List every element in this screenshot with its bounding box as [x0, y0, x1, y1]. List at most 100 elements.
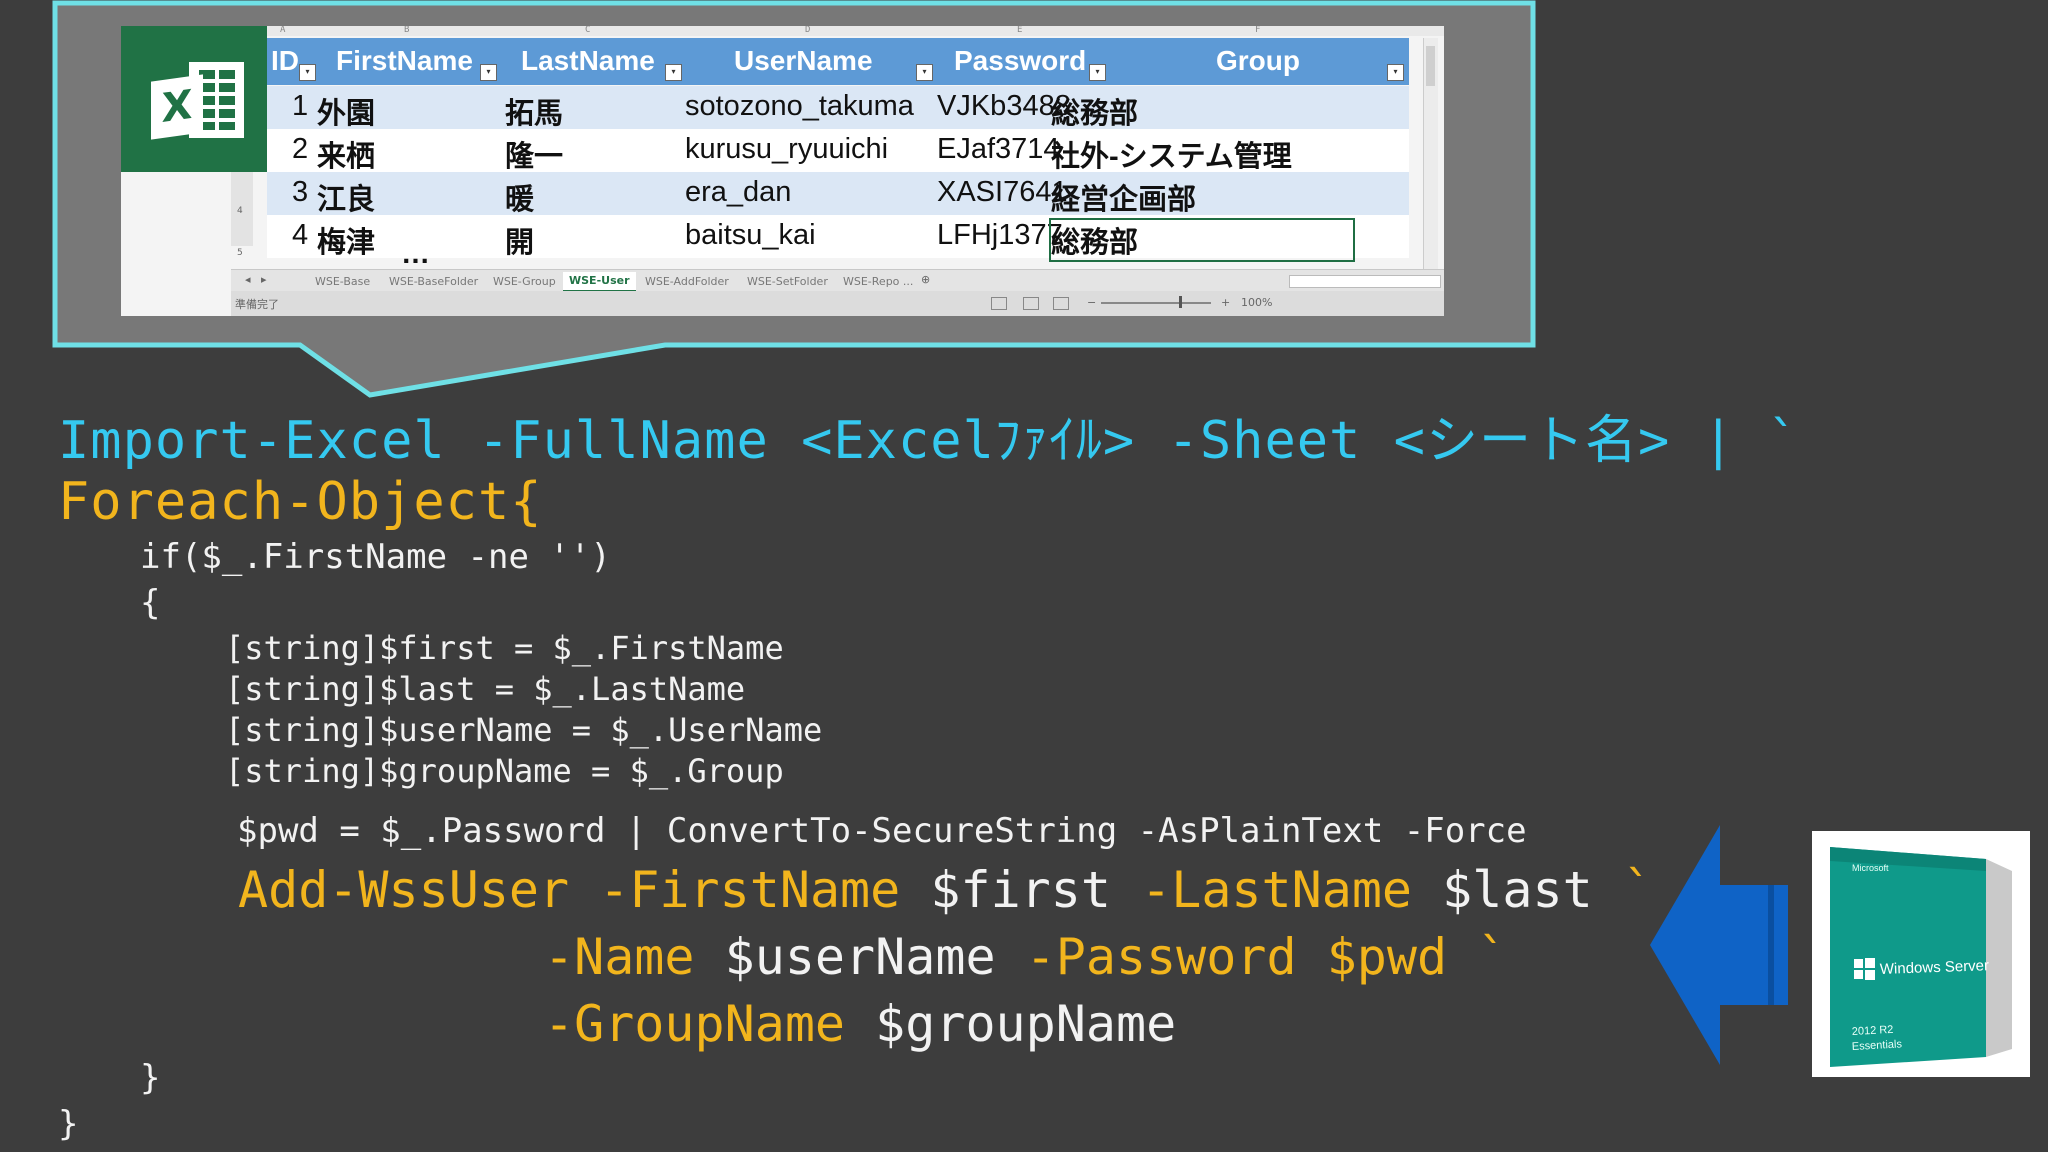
header-password: Password	[954, 45, 1087, 76]
cell-lastname: 拓馬	[505, 98, 564, 130]
code-line-username: [string]$userName = $_.UserName	[225, 711, 823, 749]
zoom-in-icon[interactable]: +	[1221, 296, 1230, 309]
cell-password: XASI7641	[937, 176, 1068, 208]
table-row[interactable]: 3 江良 暖 era_dan XASI7641 経営企画部	[267, 172, 1409, 216]
code-brace-close-outer: }	[58, 1104, 79, 1144]
cell-username: sotozono_takuma	[685, 90, 914, 122]
cell-username: era_dan	[685, 176, 792, 208]
sheet-tab-active[interactable]: WSE-User	[563, 272, 636, 292]
windows-server-box-image: Microsoft Windows Server 2012 R2 Essenti…	[1812, 831, 2030, 1077]
code-line-name: -Name $userName -Password $pwd `	[544, 928, 1507, 986]
scroll-thumb[interactable]	[1426, 46, 1435, 86]
zoom-out-icon[interactable]: −	[1087, 296, 1096, 309]
prev-sheet-icon[interactable]: ◂	[245, 273, 251, 286]
page-break-view-icon[interactable]	[1053, 297, 1069, 310]
cell-lastname: 暖	[505, 184, 535, 216]
sheet-tabs-bar: ◂ ▸ WSE-Base WSE-BaseFolder WSE-Group WS…	[231, 269, 1444, 292]
cell-firstname: 江良	[317, 184, 376, 216]
code-line-first: [string]$first = $_.FirstName	[225, 629, 784, 667]
line-continuation: `	[1477, 928, 1508, 986]
table-row[interactable]: 1 外園 拓馬 sotozono_takuma VJKb3488 総務部	[267, 86, 1409, 130]
vertical-scrollbar[interactable]	[1423, 38, 1438, 288]
zoom-level: 100%	[1241, 296, 1273, 309]
table-header: ID ▾ FirstName ▾ LastName ▾ UserName ▾ P…	[267, 38, 1409, 85]
filter-dropdown-icon[interactable]: ▾	[916, 64, 933, 81]
sheet-tab[interactable]: WSE-Group	[493, 275, 556, 288]
header-username: UserName	[734, 45, 873, 76]
cell-id: 4	[292, 219, 309, 251]
cell-lastname: 隆一	[505, 141, 564, 173]
sheet-tab[interactable]: WSE-Repo ...	[843, 275, 913, 288]
code-line-pwd: $pwd = $_.Password | ConvertTo-SecureStr…	[237, 811, 1527, 851]
col-letter: F	[1255, 26, 1261, 35]
user-table: ID ▾ FirstName ▾ LastName ▾ UserName ▾ P…	[267, 38, 1409, 286]
excel-screenshot: A B C D E F 4 5 ID ▾ FirstName ▾ LastNam…	[121, 26, 1444, 316]
param-password: -Password $pwd	[1025, 928, 1448, 986]
status-text: 準備完了	[235, 298, 279, 311]
param-lastname: -LastName	[1141, 861, 1413, 919]
code-line-add-wssuser: Add-WssUser -FirstName $first -LastName …	[238, 861, 1653, 919]
sheet-tab[interactable]: WSE-Base	[315, 275, 370, 288]
code-line-foreach: Foreach-Object{	[58, 472, 543, 532]
cell-id: 2	[292, 133, 309, 165]
code-line-if: if($_.FirstName -ne '')	[140, 537, 611, 577]
sheet-tab[interactable]: WSE-AddFolder	[645, 275, 729, 288]
add-sheet-icon[interactable]: ⊕	[921, 273, 930, 286]
row-number: 4	[237, 206, 243, 216]
code-line-groupname: [string]$groupName = $_.Group	[225, 752, 784, 790]
header-id: ID	[271, 45, 299, 76]
cell-firstname: 外園	[317, 98, 376, 130]
filter-dropdown-icon[interactable]: ▾	[299, 64, 316, 81]
cell-group: 総務部	[1051, 98, 1139, 130]
col-letter: B	[404, 26, 410, 35]
cell-password: LFHj1377	[937, 219, 1063, 251]
cell-group: 社外-システム管理	[1051, 141, 1292, 173]
cmdlet-add-wssuser: Add-WssUser -FirstName	[238, 861, 901, 919]
var-first: $first	[930, 861, 1111, 919]
cell-username: kurusu_ryuuichi	[685, 133, 889, 165]
col-letter: D	[805, 26, 811, 35]
col-letter: C	[585, 26, 591, 35]
sheet-tab[interactable]: WSE-BaseFolder	[389, 275, 478, 288]
col-letter: A	[280, 26, 286, 35]
windows-server-box-art: Microsoft Windows Server 2012 R2 Essenti…	[1830, 847, 2012, 1067]
filter-dropdown-icon[interactable]: ▾	[665, 64, 682, 81]
page-layout-view-icon[interactable]	[1023, 297, 1039, 310]
zoom-slider[interactable]	[1101, 302, 1211, 304]
partial-row: …	[141, 252, 1041, 266]
param-groupname: -GroupName	[544, 995, 846, 1053]
code-line-groupname-param: -GroupName $groupName	[544, 995, 1176, 1053]
excel-x-mark: X	[151, 74, 203, 140]
col-letter: E	[1017, 26, 1023, 35]
horizontal-scrollbar[interactable]	[1289, 275, 1441, 288]
cell-id: 1	[292, 90, 309, 122]
left-arrow-icon	[1650, 825, 1788, 1065]
code-brace-close-inner: }	[140, 1058, 161, 1098]
header-group: Group	[1216, 45, 1300, 76]
product-edition: 2012 R2	[1852, 1024, 1894, 1038]
filter-dropdown-icon[interactable]: ▾	[480, 64, 497, 81]
header-firstname: FirstName	[336, 45, 473, 76]
filter-dropdown-icon[interactable]: ▾	[1387, 64, 1404, 81]
column-letters: A B C D E F	[121, 26, 1444, 36]
cmdlet-import-excel: Import-Excel	[58, 411, 446, 471]
line-continuation: `	[1622, 861, 1653, 919]
cell-firstname: 来栖	[317, 141, 376, 173]
filter-dropdown-icon[interactable]: ▾	[1089, 64, 1106, 81]
param-name: -Name	[544, 928, 695, 986]
brand-label: Microsoft	[1852, 863, 1889, 873]
status-bar: 準備完了 − + 100%	[231, 291, 1444, 316]
selected-cell[interactable]	[1049, 218, 1355, 262]
zoom-thumb[interactable]	[1179, 296, 1182, 308]
import-params: -FullName <Excelﾌｧｲﾙ> -Sheet <シート名> | `	[478, 411, 1800, 471]
next-sheet-icon[interactable]: ▸	[261, 273, 267, 286]
code-line-last: [string]$last = $_.LastName	[225, 670, 746, 708]
code-line-import: Import-Excel -FullName <Excelﾌｧｲﾙ> -Shee…	[58, 398, 1800, 473]
var-groupname: $groupName	[875, 995, 1177, 1053]
table-row[interactable]: 2 来栖 隆一 kurusu_ryuuichi EJaf3714 社外-システム…	[267, 129, 1409, 173]
var-username: $userName	[724, 928, 996, 986]
normal-view-icon[interactable]	[991, 297, 1007, 310]
cell-id: 3	[292, 176, 309, 208]
sheet-tab[interactable]: WSE-SetFolder	[747, 275, 828, 288]
code-brace-open: {	[140, 583, 161, 623]
